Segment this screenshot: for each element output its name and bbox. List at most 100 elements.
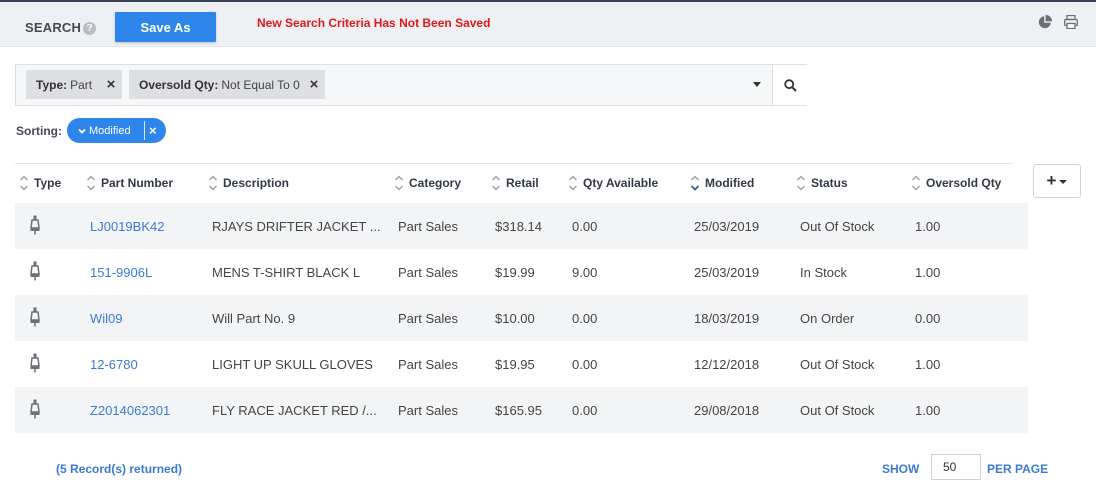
oversold-qty-cell: 1.00 — [915, 403, 941, 418]
column-header-label: Status — [811, 176, 848, 190]
search-button[interactable] — [772, 65, 807, 105]
part-number-link[interactable]: Wil09 — [90, 311, 123, 326]
qty-available-cell: 0.00 — [572, 357, 598, 372]
status-cell: In Stock — [800, 265, 847, 280]
part-number-link[interactable]: LJ0019BK42 — [90, 219, 164, 234]
column-header-qty-available[interactable]: Qty Available — [568, 175, 658, 191]
sort-arrows-icon — [209, 175, 217, 191]
column-header-category[interactable]: Category — [394, 175, 461, 191]
filter-chip-value: Not Equal To 0 — [221, 77, 300, 92]
sort-descending-icon — [690, 175, 700, 191]
retail-cell: $19.99 — [495, 265, 535, 280]
column-header-label: Type — [34, 176, 62, 190]
spark-plug-icon — [30, 261, 40, 281]
column-header-part-number[interactable]: Part Number — [86, 175, 173, 191]
spark-plug-icon — [30, 353, 40, 373]
column-header-label: Category — [409, 176, 462, 190]
column-header-retail[interactable]: Retail — [491, 175, 539, 191]
search-toolbar: SEARCH ? Save As New Search Criteria Has… — [0, 2, 1096, 47]
column-header-oversold-qty[interactable]: Oversold Qty — [911, 175, 1001, 191]
per-page-label: PER PAGE — [987, 462, 1049, 476]
show-label: SHOW — [882, 462, 920, 476]
column-header-label: Part Number — [101, 176, 174, 190]
oversold-qty-cell: 1.00 — [915, 357, 941, 372]
column-header-label: Qty Available — [583, 176, 659, 190]
retail-cell: $318.14 — [495, 219, 542, 234]
sort-pill-divider — [144, 121, 145, 140]
column-header-modified[interactable]: Modified — [690, 175, 754, 191]
sorting-label: Sorting: — [16, 124, 62, 138]
modified-cell: 12/12/2018 — [694, 357, 760, 372]
sort-pill-modified[interactable]: Modified × — [67, 118, 166, 143]
part-number-link[interactable]: Z2014062301 — [90, 403, 170, 418]
table-row[interactable]: 151-9906L MENS T-SHIRT BLACK L Part Sale… — [15, 249, 1028, 295]
chevron-down-icon[interactable] — [753, 82, 761, 87]
column-header-description[interactable]: Description — [208, 175, 289, 191]
sort-field-label: Modified — [89, 124, 131, 137]
column-header-label: Modified — [705, 176, 755, 190]
modified-cell: 25/03/2019 — [694, 219, 760, 234]
remove-filter-icon[interactable]: × — [100, 70, 122, 99]
spark-plug-icon — [30, 215, 40, 235]
column-header-status[interactable]: Status — [796, 175, 848, 191]
modified-cell: 29/08/2018 — [694, 403, 760, 418]
pie-chart-icon[interactable] — [1038, 15, 1052, 29]
records-returned-count: (5 Record(s) returned) — [56, 462, 183, 476]
status-cell: Out Of Stock — [800, 403, 875, 418]
sort-arrows-icon — [492, 175, 500, 191]
sort-arrows-icon — [797, 175, 805, 191]
help-icon[interactable]: ? — [83, 22, 96, 35]
part-number-link[interactable]: 151-9906L — [90, 265, 152, 280]
table-header: Type Part Number Description Category Re… — [15, 164, 1028, 203]
remove-filter-icon[interactable]: × — [303, 70, 325, 99]
sort-arrows-icon — [912, 175, 920, 191]
category-cell: Part Sales — [398, 311, 458, 326]
filter-bar[interactable]: Type: Part × Oversold Qty: Not Equal To … — [15, 64, 807, 106]
column-header-type[interactable]: Type — [19, 175, 61, 191]
description-cell: RJAYS DRIFTER JACKET ... — [212, 219, 381, 234]
oversold-qty-cell: 1.00 — [915, 265, 941, 280]
description-cell: MENS T-SHIRT BLACK L — [212, 265, 361, 280]
sort-arrows-icon — [20, 175, 28, 191]
qty-available-cell: 0.00 — [572, 311, 598, 326]
column-header-label: Retail — [506, 176, 539, 190]
per-page-input[interactable] — [931, 454, 981, 480]
print-icon[interactable] — [1064, 15, 1078, 29]
retail-cell: $19.95 — [495, 357, 535, 372]
chevron-down-icon — [78, 128, 86, 134]
status-cell: Out Of Stock — [800, 219, 875, 234]
chevron-down-icon — [1059, 180, 1068, 184]
filter-chip-key: Type: — [36, 77, 68, 92]
column-header-label: Oversold Qty — [926, 176, 1002, 190]
save-as-button[interactable]: Save As — [115, 12, 216, 42]
oversold-qty-cell: 0.00 — [915, 311, 941, 326]
table-row[interactable]: Wil09 Will Part No. 9 Part Sales $10.00 … — [15, 295, 1028, 341]
category-cell: Part Sales — [398, 265, 458, 280]
sort-arrows-icon — [569, 175, 577, 191]
unsaved-criteria-message: New Search Criteria Has Not Been Saved — [257, 16, 491, 30]
qty-available-cell: 0.00 — [572, 403, 598, 418]
column-header-label: Description — [223, 176, 290, 190]
description-cell: LIGHT UP SKULL GLOVES — [212, 357, 373, 372]
oversold-qty-cell: 1.00 — [915, 219, 941, 234]
spark-plug-icon — [30, 399, 40, 419]
filter-chip-value: Part — [70, 77, 93, 92]
category-cell: Part Sales — [398, 403, 458, 418]
table-row[interactable]: LJ0019BK42 RJAYS DRIFTER JACKET ... Part… — [15, 203, 1028, 249]
table-row[interactable]: Z2014062301 FLY RACE JACKET RED /... Par… — [15, 387, 1028, 433]
filter-chip-type: Type: Part × — [26, 70, 122, 99]
modified-cell: 25/03/2019 — [694, 265, 760, 280]
retail-cell: $10.00 — [495, 311, 535, 326]
category-cell: Part Sales — [398, 219, 458, 234]
table-row[interactable]: 12-6780 LIGHT UP SKULL GLOVES Part Sales… — [15, 341, 1028, 387]
status-cell: On Order — [800, 311, 855, 326]
part-number-link[interactable]: 12-6780 — [90, 357, 138, 372]
plus-icon: + — [1046, 171, 1057, 190]
retail-cell: $165.95 — [495, 403, 542, 418]
remove-sort-icon[interactable]: × — [149, 124, 157, 137]
status-cell: Out Of Stock — [800, 357, 875, 372]
modified-cell: 18/03/2019 — [694, 311, 760, 326]
add-column-button[interactable]: + — [1033, 164, 1081, 198]
spark-plug-icon — [30, 307, 40, 327]
description-cell: FLY RACE JACKET RED /... — [212, 403, 377, 418]
